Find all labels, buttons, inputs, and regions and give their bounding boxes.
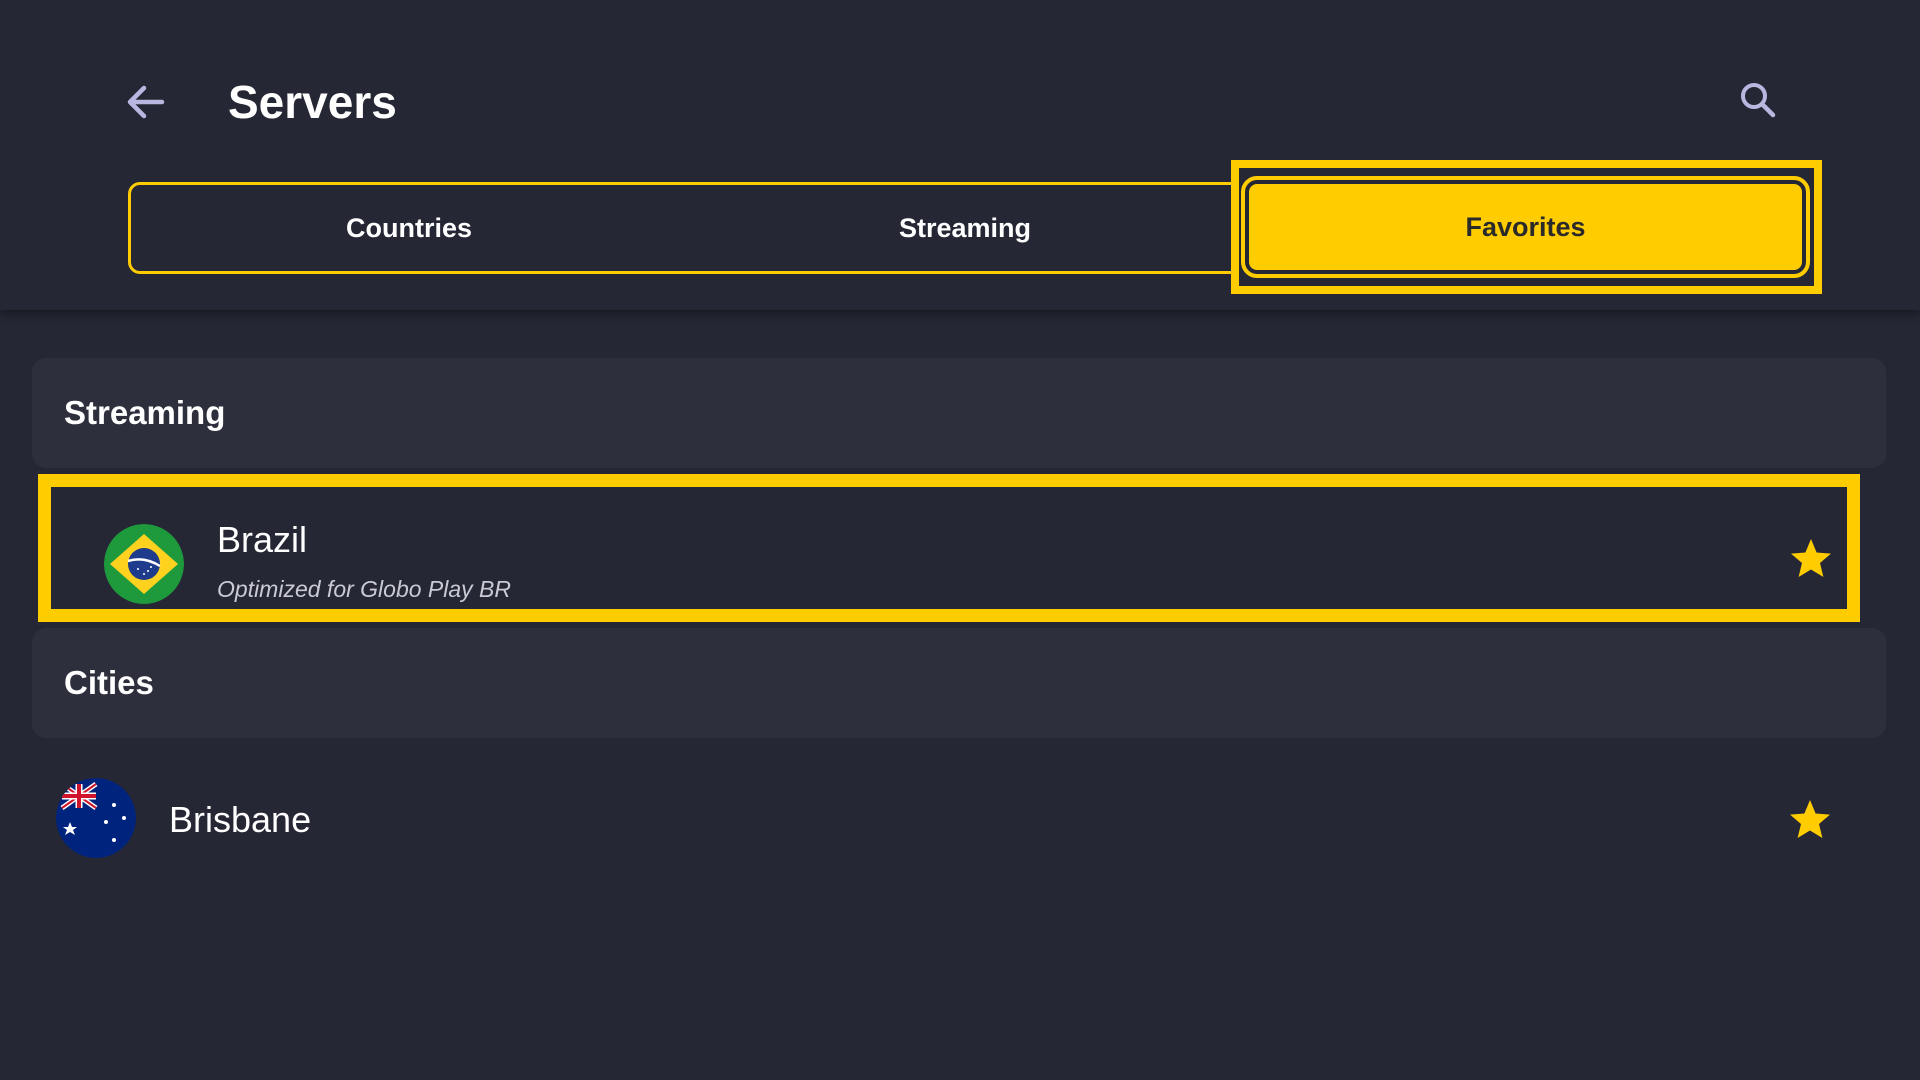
section-header-cities: Cities	[32, 628, 1886, 738]
server-name: Brisbane	[169, 799, 312, 840]
servers-screen: Servers Countries Streaming Favorites St…	[0, 0, 1920, 1080]
server-name: Brazil	[217, 519, 308, 560]
favorite-star-icon[interactable]	[1786, 796, 1834, 844]
top-bar: Servers Countries Streaming Favorites	[0, 0, 1920, 310]
section-header-streaming: Streaming	[32, 358, 1886, 468]
search-button[interactable]	[1730, 72, 1786, 128]
back-button[interactable]	[116, 72, 176, 132]
server-row-brazil[interactable]: Brazil Optimized for Globo Play BR	[38, 474, 1860, 622]
tab-countries[interactable]: Countries	[131, 185, 687, 271]
favorite-star-icon[interactable]	[1787, 535, 1835, 583]
tab-streaming[interactable]: Streaming	[687, 185, 1243, 271]
section-title-cities: Cities	[64, 664, 154, 701]
section-title-streaming: Streaming	[64, 394, 226, 431]
page-title: Servers	[228, 76, 397, 128]
server-row-brisbane[interactable]: Brisbane	[32, 766, 1886, 876]
arrow-left-icon	[127, 85, 165, 119]
server-subtitle: Optimized for Globo Play BR	[217, 576, 512, 602]
tab-favorites[interactable]: Favorites	[1231, 160, 1822, 294]
australia-flag-icon	[56, 778, 136, 858]
search-icon	[1741, 83, 1776, 118]
tab-favorites-label: Favorites	[1241, 176, 1810, 278]
brazil-flag-icon	[104, 524, 184, 604]
